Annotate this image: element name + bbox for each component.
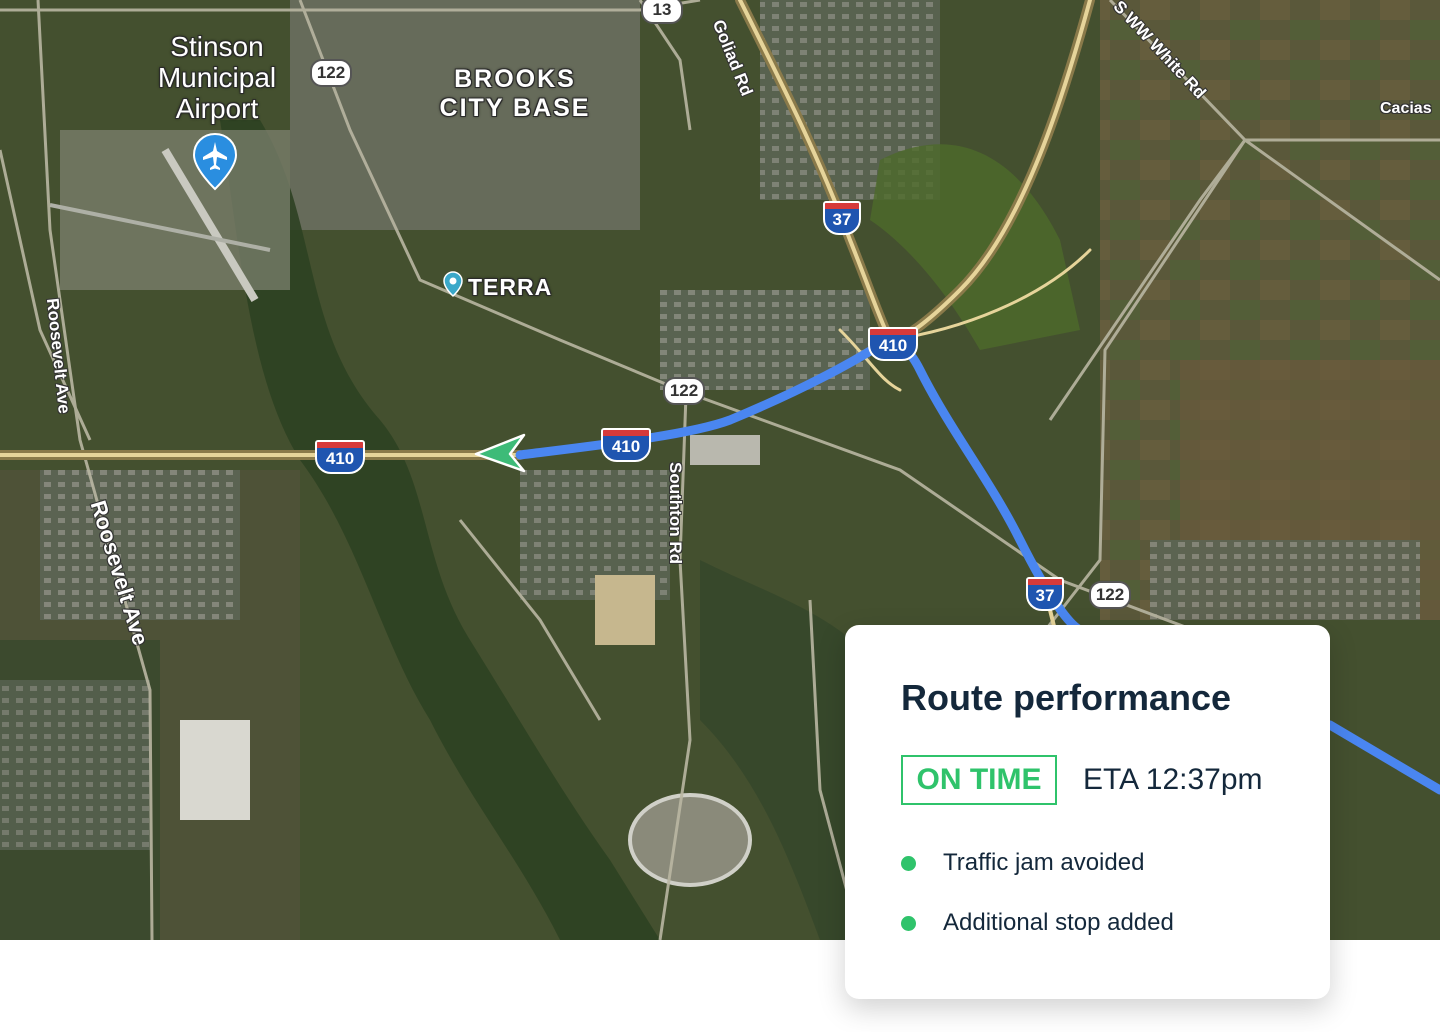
list-item-label: Additional stop added — [943, 909, 1174, 936]
route-performance-card: Route performance ON TIME ETA 12:37pm Tr… — [845, 625, 1330, 999]
interstate-410-shield: 410 — [315, 440, 365, 474]
airport-label: Stinson Municipal Airport — [157, 31, 277, 124]
interstate-37-shield: 37 — [1026, 577, 1064, 611]
interstate-410-shield: 410 — [868, 327, 918, 361]
state-route-13-shield: 13 — [641, 0, 683, 24]
state-route-122-shield: 122 — [310, 59, 352, 87]
interstate-410-shield: 410 — [601, 428, 651, 462]
status-badge: ON TIME — [901, 755, 1057, 805]
interstate-37-shield: 37 — [823, 201, 861, 235]
state-route-122-shield: 122 — [663, 377, 705, 405]
state-route-122-shield: 122 — [1089, 581, 1131, 609]
airport-pin-icon[interactable] — [193, 133, 237, 191]
southton-rd-label: Southton Rd — [665, 462, 685, 564]
brooks-city-base-label: BROOKS CITY BASE — [439, 65, 591, 122]
status-dot-icon — [901, 915, 916, 931]
cacias-label: Cacias — [1380, 100, 1432, 117]
list-item: Traffic jam avoided — [901, 848, 1144, 878]
status-dot-icon — [901, 855, 916, 871]
eta-text: ETA 12:37pm — [1083, 763, 1263, 796]
navigation-arrow-icon — [474, 433, 526, 473]
list-item-label: Traffic jam avoided — [943, 849, 1145, 876]
list-item: Additional stop added — [901, 908, 1174, 938]
terra-label: TERRA — [468, 274, 553, 300]
card-title: Route performance — [901, 677, 1232, 718]
location-pin-icon[interactable] — [443, 271, 463, 297]
